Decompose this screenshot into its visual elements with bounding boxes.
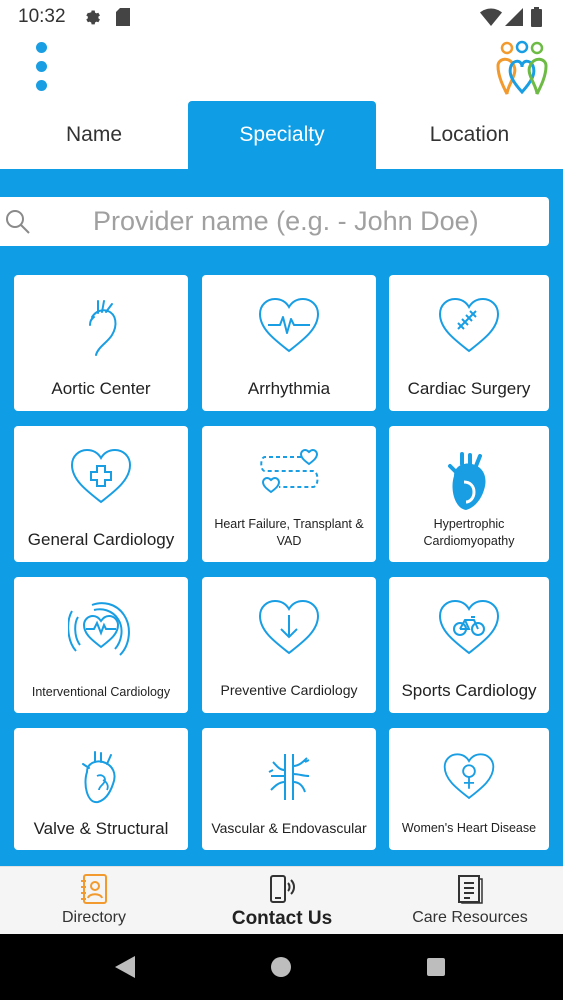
tab-location[interactable]: Location [376,101,563,169]
more-vertical-icon[interactable] [30,42,52,92]
specialty-tile-heart-failure[interactable]: Heart Failure, Transplant & VAD [202,426,376,562]
specialty-tile-cardiac-surgery[interactable]: Cardiac Surgery [389,275,549,411]
heart-female-icon [443,753,495,800]
specialty-label: Sports Cardiology [401,680,537,700]
gear-icon [86,10,100,25]
system-nav-bar [0,934,563,1000]
back-icon[interactable] [115,956,135,978]
specialty-tile-vascular-endovascular[interactable]: Vascular & Endovascular [202,728,376,850]
specialty-label: Hypertrophic Cardiomyopathy [423,517,515,549]
heart-plus-icon [70,448,132,504]
specialty-label: Interventional Cardiology [31,685,171,700]
tab-name[interactable]: Name [0,101,188,169]
phone-call-icon [270,875,295,903]
status-bar: 10:32 [0,0,563,34]
bottom-nav: Directory Contact Us Care Resources [0,866,563,934]
heart-down-arrow-icon [258,599,320,655]
specialty-label: Heart Failure, Transplant & VAD [214,517,364,549]
specialty-tile-aortic-center[interactable]: Aortic Center [14,275,188,411]
specialty-label: Cardiac Surgery [407,378,531,398]
directory-icon [81,874,107,904]
specialty-tile-preventive-cardiology[interactable]: Preventive Cardiology [202,577,376,713]
specialty-tile-hypertrophic-cardiomyopathy[interactable]: Hypertrophic Cardiomyopathy [389,426,549,562]
nav-label: Care Resources [412,909,528,926]
sd-card-icon [116,8,130,26]
nav-directory[interactable]: Directory [0,867,188,935]
aorta-icon [89,300,117,356]
heart-valve-icon [82,751,116,804]
specialty-tile-arrhythmia[interactable]: Arrhythmia [202,275,376,411]
heart-bicycle-icon [438,599,500,655]
document-icon [458,875,483,904]
specialty-label: Aortic Center [51,378,151,398]
specialty-tile-womens-heart-disease[interactable]: Women's Heart Disease [389,728,549,850]
specialty-tile-interventional-cardiology[interactable]: Interventional Cardiology [14,577,188,713]
search-box [0,197,549,246]
blood-vessels-icon [268,754,310,800]
specialty-tile-valve-structural[interactable]: Valve & Structural [14,728,188,850]
heart-transfer-icon [260,448,319,494]
specialty-label: Vascular & Endovascular [211,820,367,837]
specialty-grid: Aortic Center Arrhythmia Cardiac Surgery… [0,169,563,866]
nav-label: Contact Us [231,908,333,929]
signal-icon [505,8,523,26]
specialty-label: Preventive Cardiology [220,682,358,699]
specialty-label: General Cardiology [27,529,175,549]
nav-care-resources[interactable]: Care Resources [376,867,563,935]
heart-waves-icon [68,602,130,656]
search-icon [6,210,30,234]
status-time: 10:32 [18,6,66,27]
anatomical-heart-icon [448,452,486,510]
heart-pulse-icon [258,297,320,353]
nav-contact-us[interactable]: Contact Us [188,867,376,935]
nav-label: Directory [61,909,126,926]
specialty-tile-general-cardiology[interactable]: General Cardiology [14,426,188,562]
search-input[interactable] [40,197,540,246]
tab-bar: Name Specialty Location [0,101,563,169]
wifi-icon [480,8,502,26]
tab-specialty[interactable]: Specialty [188,101,376,169]
heart-stitches-icon [438,297,500,353]
specialty-label: Women's Heart Disease [401,821,537,836]
specialty-label: Arrhythmia [247,378,331,398]
people-hearts-logo [496,40,548,95]
battery-icon [531,7,542,27]
specialty-label: Valve & Structural [33,818,169,838]
home-icon[interactable] [271,957,291,977]
specialty-tile-sports-cardiology[interactable]: Sports Cardiology [389,577,549,713]
specialty-panel: Aortic Center Arrhythmia Cardiac Surgery… [0,169,563,866]
recent-apps-icon[interactable] [427,958,445,976]
